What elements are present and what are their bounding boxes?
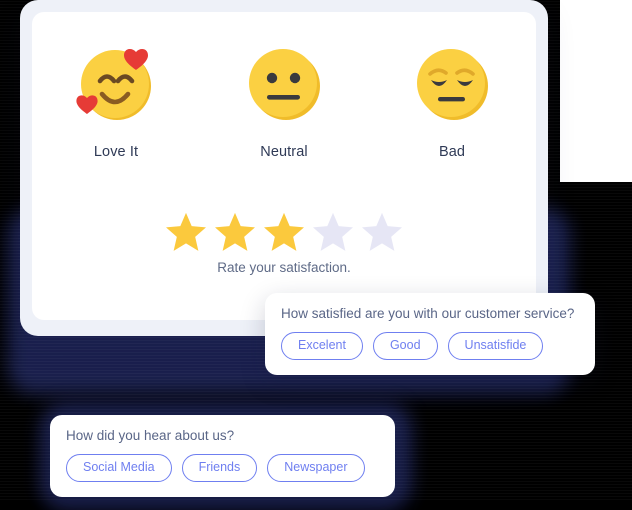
survey-card: Love It Neutral Bad Rate your satisfacti… [20,0,548,336]
customer-service-option-1[interactable]: Excelent [281,332,363,360]
emoji-option-neutral[interactable]: Neutral [209,40,359,160]
rate-caption: Rate your satisfaction. [217,260,351,275]
emoji-option-bad[interactable]: Bad [377,40,527,160]
sad-pensive-face-icon [409,40,495,126]
star-icon-2[interactable] [213,210,257,254]
customer-service-answer-options: Excelent Good Unsatisfide [281,332,544,360]
customer-service-question-card: How satisfied are you with our customer … [265,293,595,375]
referral-source-option-3[interactable]: Newspaper [267,454,365,482]
star-icon-4[interactable] [311,210,355,254]
referral-source-question-card: How did you hear about us? Social Media F… [50,415,395,497]
star-rating-stars[interactable] [164,210,404,254]
referral-source-answer-options: Social Media Friends Newspaper [66,454,365,482]
star-icon-1[interactable] [164,210,208,254]
referral-source-question-title: How did you hear about us? [66,428,235,443]
star-rating: Rate your satisfaction. [32,210,536,275]
emoji-option-label: Neutral [260,144,308,160]
neutral-face-icon [241,40,327,126]
customer-service-option-2[interactable]: Good [372,332,438,360]
emoji-option-label: Bad [438,144,466,160]
screenshot-stage: Love It Neutral Bad Rate your satisfacti… [0,0,632,510]
customer-service-option-3[interactable]: Unsatisfide [447,332,544,360]
star-icon-3[interactable] [262,210,306,254]
emoji-option-love-it[interactable]: Love It [41,40,191,160]
star-icon-5[interactable] [360,210,404,254]
emoji-rating-row: Love It Neutral Bad [32,40,536,160]
emoji-option-label: Love It [93,144,139,160]
referral-source-option-1[interactable]: Social Media [66,454,172,482]
page-backdrop-top-right [560,0,632,182]
survey-card-surface: Love It Neutral Bad Rate your satisfacti… [32,12,536,320]
referral-source-option-2[interactable]: Friends [181,454,258,482]
smiling-face-with-hearts-icon [73,40,159,126]
customer-service-question-title: How satisfied are you with our customer … [281,306,575,321]
